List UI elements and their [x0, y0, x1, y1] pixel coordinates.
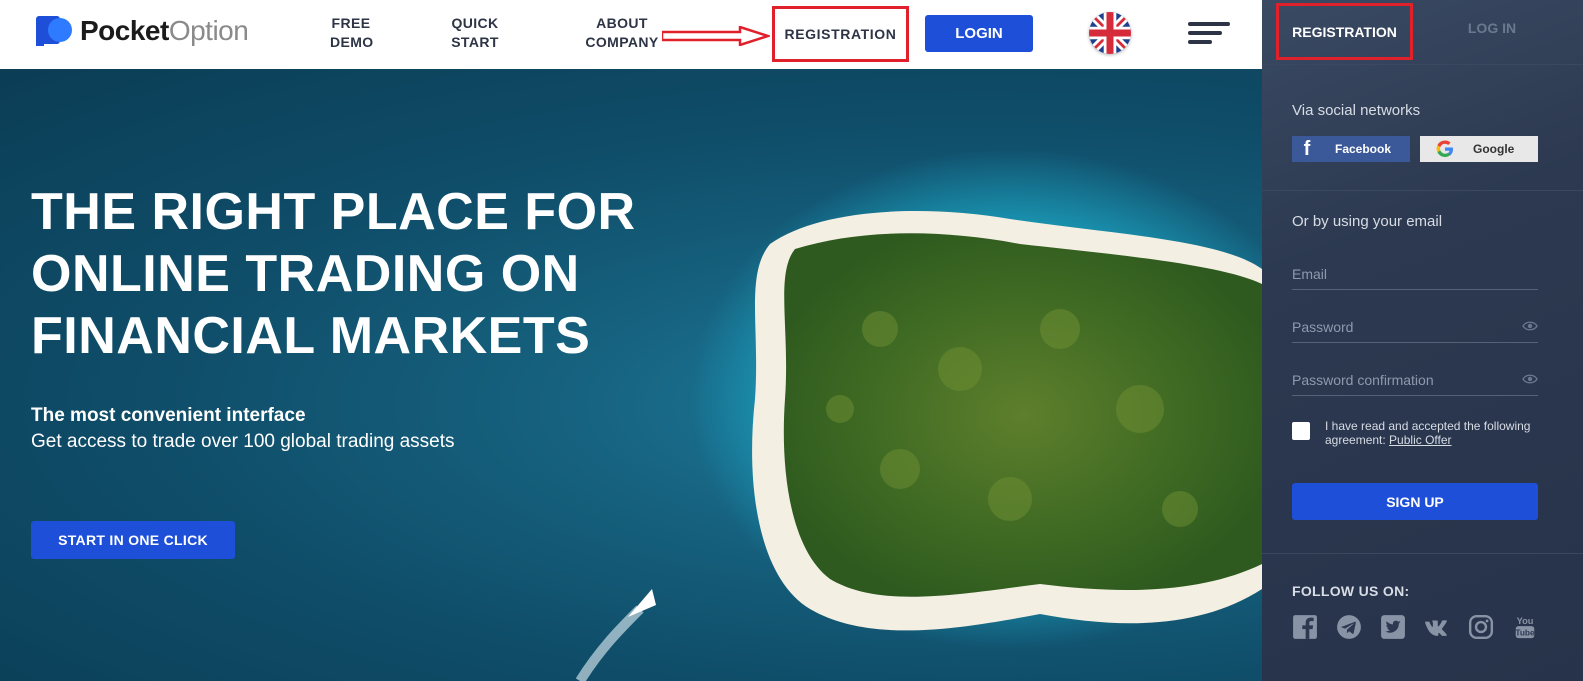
agreement-checkbox[interactable] [1292, 422, 1310, 440]
facebook-login-button[interactable]: f Facebook [1292, 136, 1410, 162]
eye-icon[interactable] [1522, 374, 1538, 384]
social-links: You Tube [1292, 614, 1556, 640]
logo[interactable]: PocketOption [34, 14, 249, 48]
nav-registration-link[interactable]: REGISTRATION [772, 6, 909, 62]
or-email-label: Or by using your email [1292, 213, 1443, 230]
via-social-label: Via social networks [1292, 102, 1421, 119]
telegram-icon[interactable] [1336, 614, 1362, 640]
tab-registration[interactable]: REGISTRATION [1276, 3, 1413, 60]
panel-tabs: REGISTRATION LOG IN [1262, 0, 1583, 64]
password-confirmation-field[interactable] [1292, 364, 1538, 396]
facebook-label: Facebook [1335, 142, 1392, 156]
login-button[interactable]: LOGIN [925, 15, 1033, 52]
hero-title: THE RIGHT PLACE FOR ONLINE TRADING ON FI… [31, 183, 636, 365]
nav-about-company-line1: ABOUT [596, 15, 648, 31]
nav-quick-start[interactable]: QUICK START [449, 14, 501, 52]
tab-log-in[interactable]: LOG IN [1437, 20, 1547, 36]
island-image [575, 149, 1262, 681]
logo-text: PocketOption [80, 15, 249, 46]
pocket-option-logo-icon [36, 16, 72, 46]
divider [1262, 190, 1583, 191]
sign-up-button[interactable]: SIGN UP [1292, 483, 1538, 520]
hero-subtitle-bold: The most convenient interface [31, 405, 306, 426]
facebook-icon: f [1303, 137, 1311, 160]
public-offer-link[interactable]: Public Offer [1389, 433, 1451, 447]
password-field[interactable] [1292, 311, 1538, 343]
hero-section: THE RIGHT PLACE FOR ONLINE TRADING ON FI… [0, 69, 1262, 681]
svg-text:Tube: Tube [1515, 627, 1535, 637]
svg-text:You: You [1517, 616, 1534, 626]
divider [1262, 64, 1583, 65]
eye-icon[interactable] [1522, 321, 1538, 331]
hamburger-menu-icon[interactable] [1188, 22, 1232, 48]
nav-about-company[interactable]: ABOUT COMPANY [584, 14, 660, 52]
twitter-icon[interactable] [1380, 614, 1406, 640]
uk-flag-icon[interactable] [1089, 12, 1131, 54]
annotation-arrow-icon [662, 26, 770, 46]
google-login-button[interactable]: Google [1420, 136, 1538, 162]
agreement-text: I have read and accepted the following a… [1325, 419, 1545, 447]
registration-panel: REGISTRATION LOG IN Via social networks … [1262, 0, 1583, 681]
email-input[interactable] [1292, 258, 1538, 289]
password-confirmation-input[interactable] [1292, 364, 1538, 395]
start-in-one-click-button[interactable]: START IN ONE CLICK [31, 521, 235, 559]
youtube-icon[interactable]: You Tube [1512, 614, 1538, 640]
nav-about-company-line2: COMPANY [585, 34, 659, 50]
google-label: Google [1473, 142, 1515, 156]
nav-free-demo-line1: FREE [331, 15, 371, 31]
facebook-icon[interactable] [1292, 614, 1318, 640]
instagram-icon[interactable] [1468, 614, 1494, 640]
follow-us-label: FOLLOW US ON: [1292, 583, 1410, 599]
nav-quick-start-line2: START [451, 34, 499, 50]
divider [1262, 553, 1583, 554]
hero-subtitle: Get access to trade over 100 global trad… [31, 431, 455, 452]
nav-quick-start-line1: QUICK [451, 15, 499, 31]
top-navigation: PocketOption FREE DEMO QUICK START ABOUT… [0, 0, 1262, 69]
email-field[interactable] [1292, 258, 1538, 290]
nav-free-demo[interactable]: FREE DEMO [330, 14, 374, 52]
nav-free-demo-line2: DEMO [330, 34, 374, 50]
vk-icon[interactable] [1424, 614, 1450, 640]
password-input[interactable] [1292, 311, 1538, 342]
google-icon [1436, 140, 1453, 157]
